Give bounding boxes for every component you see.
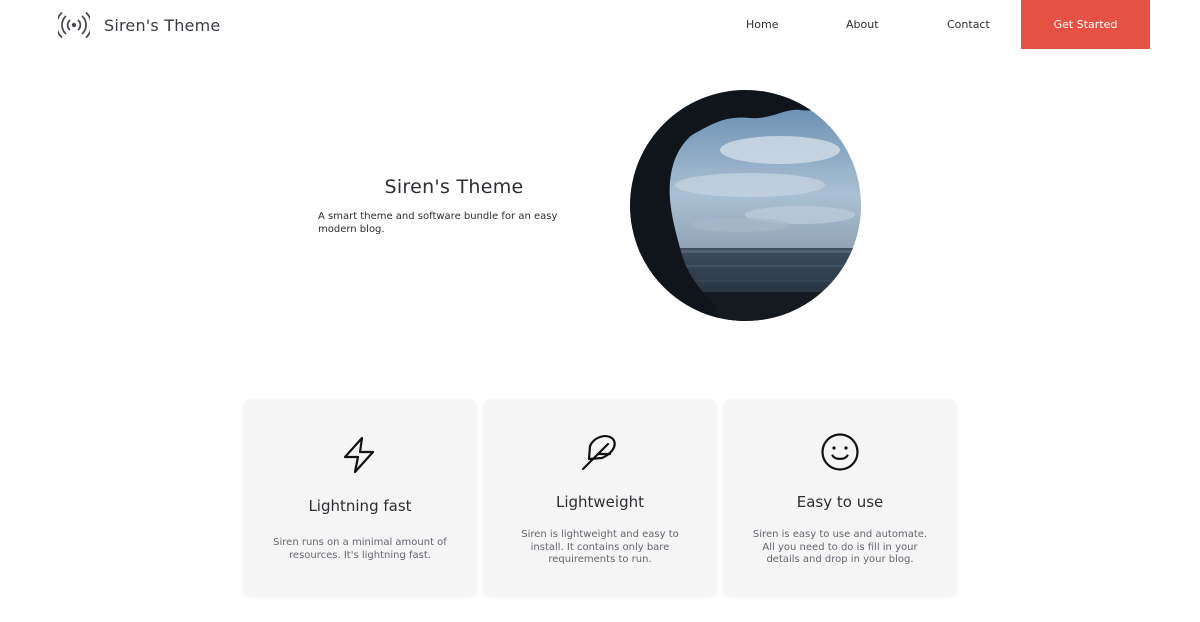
feature-title: Lightweight [555, 493, 644, 511]
feature-title: Lightning fast [308, 497, 412, 515]
logo-text: Siren's Theme [104, 15, 221, 35]
feature-description: Siren runs on a minimal amount of resour… [273, 537, 447, 561]
hero-title: Siren's Theme [384, 176, 524, 198]
feature-card: Lightning fast Siren runs on a minimal a… [244, 399, 476, 595]
nav-about-link[interactable]: About [846, 18, 879, 31]
nav-home-link[interactable]: Home [746, 18, 778, 31]
feather-icon [580, 432, 620, 472]
smile-icon [820, 432, 860, 472]
feature-title: Easy to use [796, 493, 884, 511]
get-started-button[interactable]: Get Started [1021, 0, 1150, 49]
broadcast-icon [55, 10, 93, 40]
nav-contact-link[interactable]: Contact [947, 18, 990, 31]
hero-subtitle: A smart theme and software bundle for an… [318, 211, 558, 235]
feature-description: Siren is lightweight and easy to install… [521, 529, 679, 565]
feature-card: Easy to use Siren is easy to use and aut… [724, 399, 956, 595]
feature-description: Siren is easy to use and automate. All y… [752, 529, 928, 565]
lightning-icon [340, 435, 380, 475]
site-header: Siren's Theme Home About Contact Get Sta… [0, 0, 1200, 50]
feature-card: Lightweight Siren is lightweight and eas… [484, 399, 716, 595]
hero-image [630, 90, 861, 321]
logo[interactable]: Siren's Theme [55, 10, 221, 40]
